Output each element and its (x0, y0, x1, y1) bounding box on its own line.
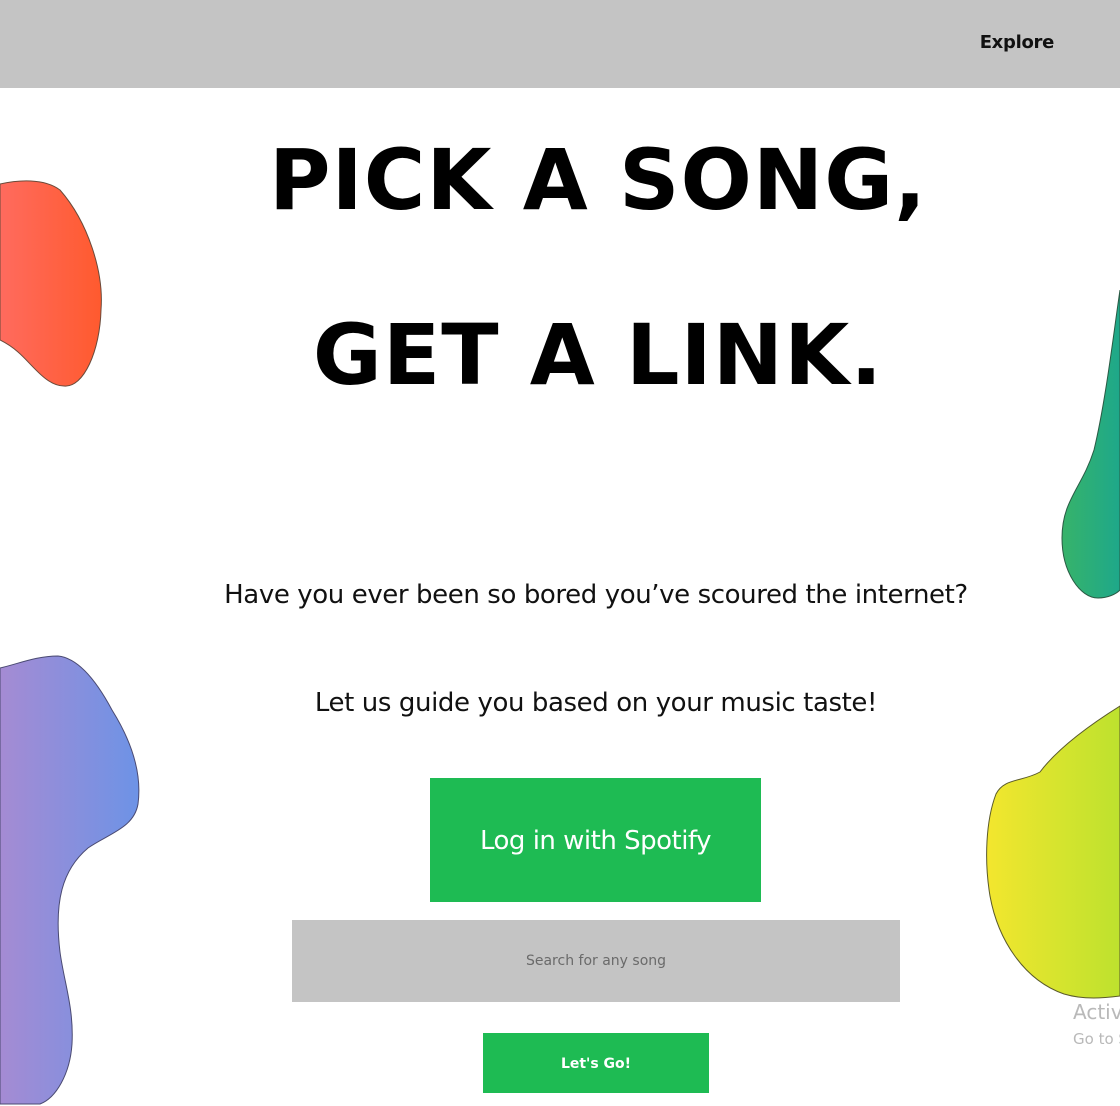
yellow-blob-decoration (986, 705, 1120, 999)
headline-line-2: GET A LINK. (312, 306, 884, 404)
search-bar (292, 920, 900, 1002)
headline-line-1: PICK A SONG, (268, 131, 928, 229)
purple-blob-decoration (0, 655, 140, 1105)
nav-explore-link[interactable]: Explore (980, 32, 1055, 53)
intro-question: Have you ever been so bored you’ve scour… (224, 580, 968, 610)
activation-watermark-subtitle: Go to S (1073, 1030, 1120, 1048)
top-nav-bar: Explore (0, 0, 1120, 88)
activation-watermark-title: Activa (1073, 1000, 1120, 1024)
intro-subtitle: Let us guide you based on your music tas… (314, 688, 878, 718)
search-input[interactable] (292, 920, 900, 1002)
login-spotify-button[interactable]: Log in with Spotify (430, 778, 761, 902)
lets-go-button[interactable]: Let's Go! (483, 1033, 709, 1093)
